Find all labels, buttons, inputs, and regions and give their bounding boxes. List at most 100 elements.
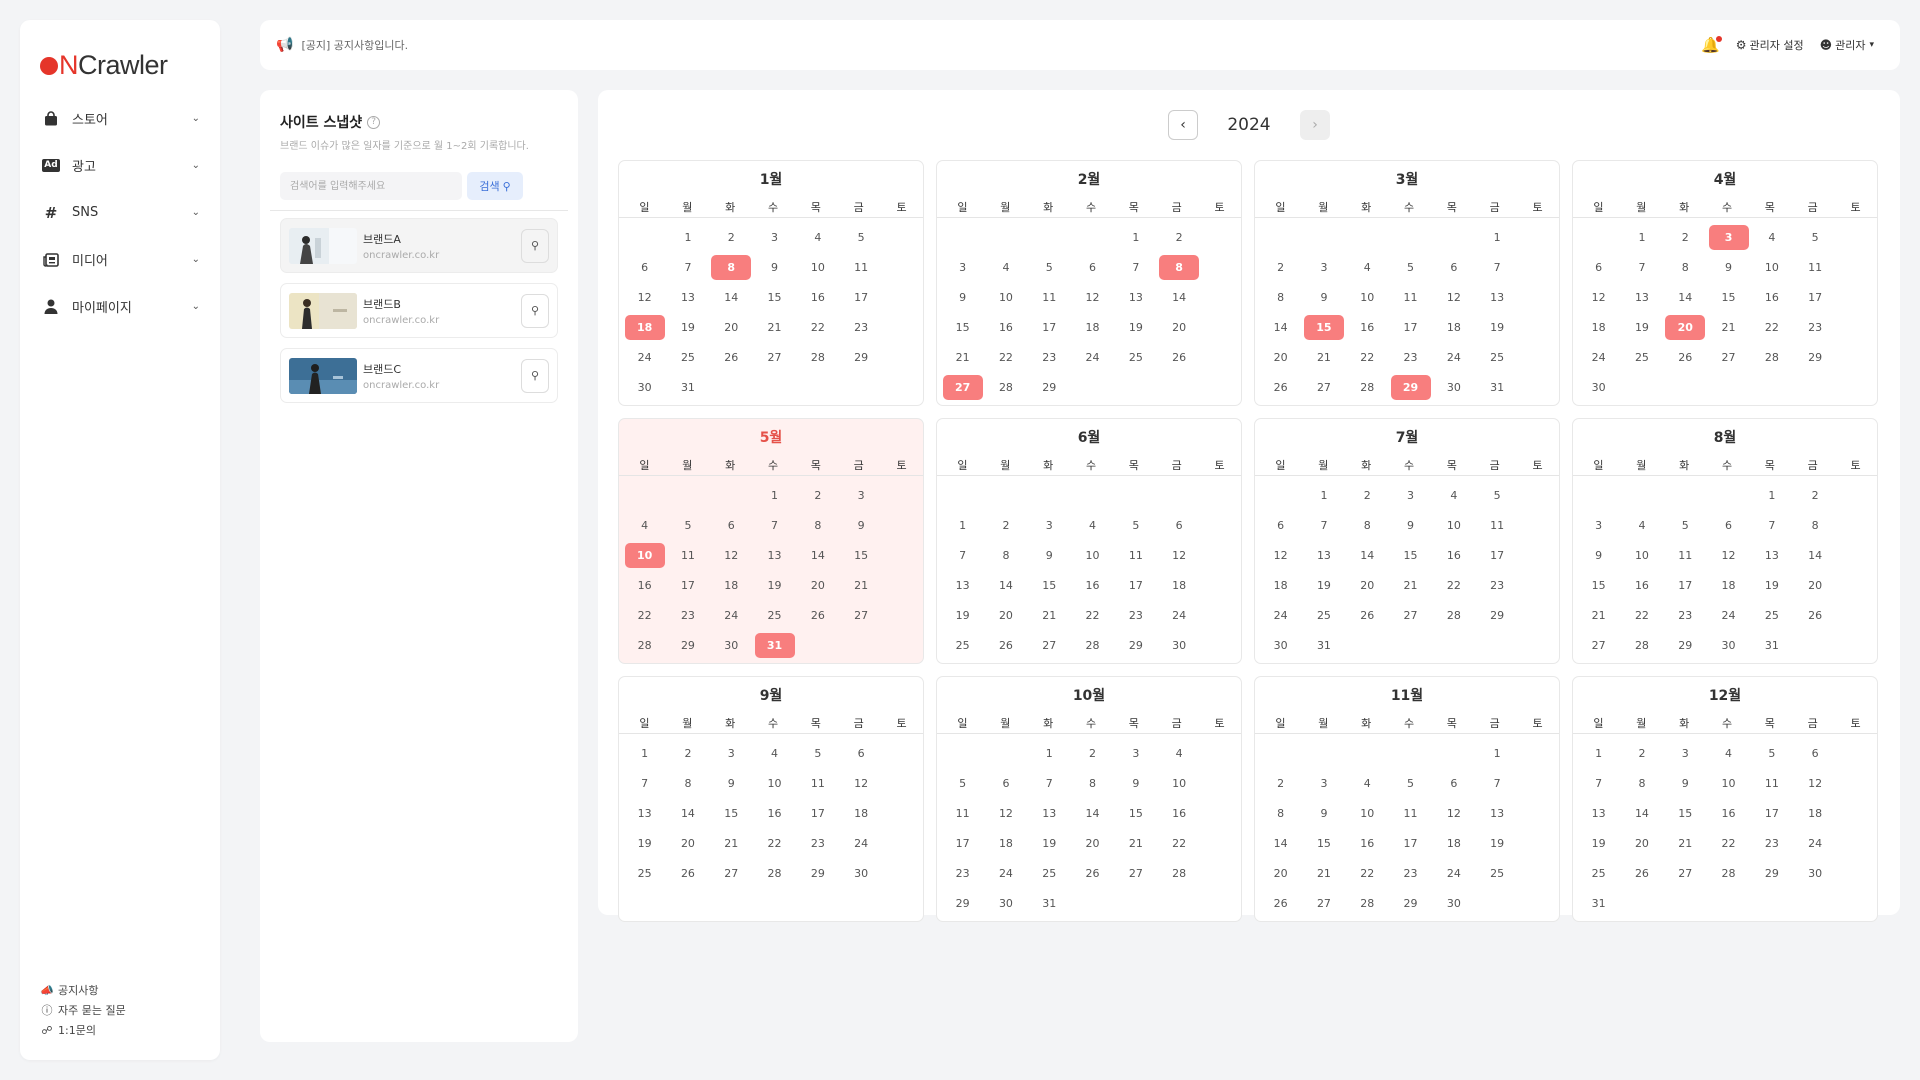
day-cell[interactable]: 22	[796, 312, 839, 342]
day-cell[interactable]: 30	[710, 630, 753, 660]
day-cell[interactable]: 15	[1577, 570, 1620, 600]
day-cell[interactable]: 10	[1346, 798, 1389, 828]
day-cell[interactable]: 21	[710, 828, 753, 858]
footer-link-faq[interactable]: ⓘ 자주 묻는 질문	[40, 1000, 126, 1020]
day-cell[interactable]: 27	[710, 858, 753, 888]
day-cell[interactable]: 22	[1620, 600, 1663, 630]
day-cell[interactable]: 11	[1793, 252, 1836, 282]
day-cell[interactable]: 9	[710, 768, 753, 798]
day-cell[interactable]: 17	[839, 282, 882, 312]
day-cell[interactable]: 5	[1750, 738, 1793, 768]
day-cell[interactable]: 27	[1302, 888, 1345, 918]
day-cell[interactable]: 12	[1071, 282, 1114, 312]
day-cell[interactable]: 2	[1259, 252, 1302, 282]
day-cell[interactable]: 11	[1389, 282, 1432, 312]
day-cell[interactable]: 7	[941, 540, 984, 570]
day-cell[interactable]: 17	[941, 828, 984, 858]
day-cell[interactable]: 29	[1028, 372, 1071, 402]
day-cell[interactable]: 13	[941, 570, 984, 600]
day-cell[interactable]: 6	[1157, 510, 1200, 540]
day-cell[interactable]: 22	[1071, 600, 1114, 630]
day-cell[interactable]: 21	[941, 342, 984, 372]
day-cell[interactable]: 6	[1071, 252, 1114, 282]
day-cell[interactable]: 21	[839, 570, 882, 600]
day-cell[interactable]: 15	[1028, 570, 1071, 600]
day-cell[interactable]: 5	[796, 738, 839, 768]
day-cell[interactable]: 6	[839, 738, 882, 768]
day-cell[interactable]: 15	[1664, 798, 1707, 828]
day-cell[interactable]: 12	[984, 798, 1027, 828]
day-cell[interactable]: 10	[1750, 252, 1793, 282]
day-cell[interactable]: 8	[984, 540, 1027, 570]
day-cell[interactable]: 24	[984, 858, 1027, 888]
day-cell[interactable]: 12	[623, 282, 666, 312]
day-cell[interactable]: 13	[1475, 282, 1518, 312]
day-cell[interactable]: 30	[1577, 372, 1620, 402]
day-cell[interactable]: 19	[941, 600, 984, 630]
day-cell[interactable]: 14	[984, 570, 1027, 600]
day-cell[interactable]: 28	[796, 342, 839, 372]
day-cell[interactable]: 25	[1620, 342, 1663, 372]
day-cell[interactable]: 28	[1750, 342, 1793, 372]
day-cell[interactable]: 31	[666, 372, 709, 402]
day-cell[interactable]: 25	[666, 342, 709, 372]
day-cell[interactable]: 16	[1620, 570, 1663, 600]
day-cell[interactable]: 18	[1432, 828, 1475, 858]
day-cell[interactable]: 18	[1157, 570, 1200, 600]
day-cell[interactable]: 11	[1750, 768, 1793, 798]
day-cell[interactable]: 1	[1028, 738, 1071, 768]
day-cell[interactable]: 30	[839, 858, 882, 888]
day-cell[interactable]: 23	[1750, 828, 1793, 858]
day-cell[interactable]: 4	[623, 510, 666, 540]
day-cell[interactable]: 17	[1793, 282, 1836, 312]
day-cell[interactable]: 14	[1664, 282, 1707, 312]
day-cell[interactable]: 27	[1389, 600, 1432, 630]
snapshot-day-cell[interactable]: 20	[1664, 312, 1707, 342]
day-cell[interactable]: 3	[941, 252, 984, 282]
day-cell[interactable]: 6	[710, 510, 753, 540]
day-cell[interactable]: 2	[1071, 738, 1114, 768]
day-cell[interactable]: 11	[1475, 510, 1518, 540]
day-cell[interactable]: 2	[1259, 768, 1302, 798]
day-cell[interactable]: 27	[753, 342, 796, 372]
day-cell[interactable]: 3	[1302, 768, 1345, 798]
snapshot-day-cell[interactable]: 8	[710, 252, 753, 282]
day-cell[interactable]: 10	[1707, 768, 1750, 798]
next-year-button[interactable]: ›	[1300, 110, 1330, 140]
day-cell[interactable]: 6	[1707, 510, 1750, 540]
day-cell[interactable]: 27	[1577, 630, 1620, 660]
day-cell[interactable]: 31	[1577, 888, 1620, 918]
day-cell[interactable]: 12	[1432, 798, 1475, 828]
day-cell[interactable]: 25	[1114, 342, 1157, 372]
day-cell[interactable]: 11	[1664, 540, 1707, 570]
day-cell[interactable]: 1	[941, 510, 984, 540]
day-cell[interactable]: 22	[1432, 570, 1475, 600]
day-cell[interactable]: 7	[1475, 252, 1518, 282]
day-cell[interactable]: 27	[1707, 342, 1750, 372]
day-cell[interactable]: 4	[1157, 738, 1200, 768]
day-cell[interactable]: 7	[1475, 768, 1518, 798]
day-cell[interactable]: 22	[1750, 312, 1793, 342]
day-cell[interactable]: 29	[1389, 888, 1432, 918]
day-cell[interactable]: 3	[1664, 738, 1707, 768]
day-cell[interactable]: 15	[1389, 540, 1432, 570]
day-cell[interactable]: 3	[1577, 510, 1620, 540]
day-cell[interactable]: 25	[623, 858, 666, 888]
day-cell[interactable]: 6	[1432, 252, 1475, 282]
day-cell[interactable]: 24	[839, 828, 882, 858]
day-cell[interactable]: 7	[1114, 252, 1157, 282]
day-cell[interactable]: 4	[1707, 738, 1750, 768]
day-cell[interactable]: 23	[839, 312, 882, 342]
day-cell[interactable]: 13	[1475, 798, 1518, 828]
day-cell[interactable]: 31	[1302, 630, 1345, 660]
day-cell[interactable]: 21	[1389, 570, 1432, 600]
day-cell[interactable]: 17	[1028, 312, 1071, 342]
day-cell[interactable]: 16	[1750, 282, 1793, 312]
day-cell[interactable]: 26	[666, 858, 709, 888]
day-cell[interactable]: 1	[1114, 222, 1157, 252]
day-cell[interactable]: 1	[623, 738, 666, 768]
day-cell[interactable]: 25	[1750, 600, 1793, 630]
day-cell[interactable]: 8	[1259, 282, 1302, 312]
day-cell[interactable]: 16	[796, 282, 839, 312]
day-cell[interactable]: 8	[666, 768, 709, 798]
